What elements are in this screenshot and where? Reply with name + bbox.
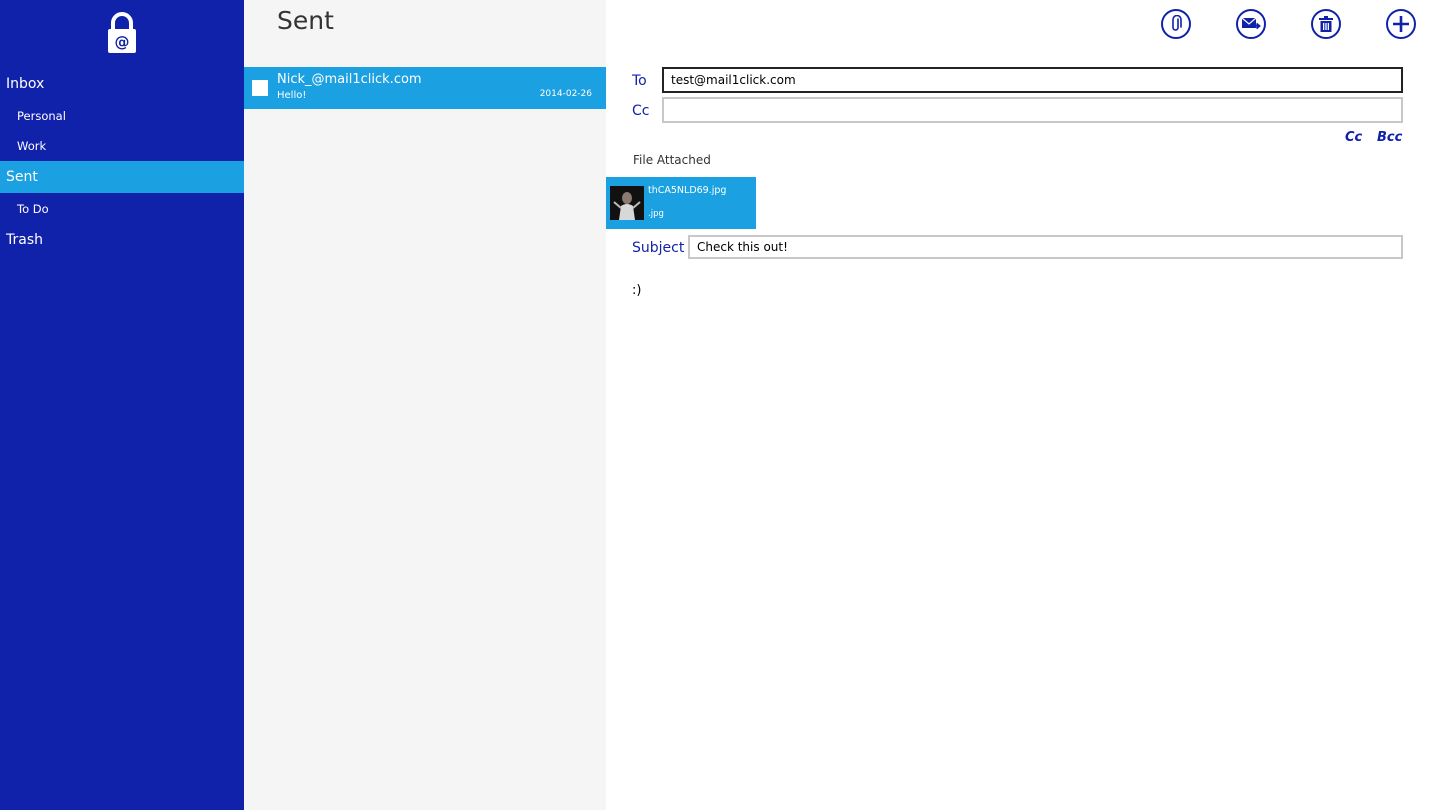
to-label: To — [632, 73, 647, 89]
cc-toggle-link[interactable]: Cc — [1345, 130, 1362, 145]
message-list-pane: Sent Nick_@mail1click.com Hello! 2014-02… — [244, 0, 606, 810]
cc-field[interactable] — [662, 97, 1403, 123]
message-from: Nick_@mail1click.com — [277, 72, 422, 87]
attachment-extension: .jpg — [648, 209, 664, 219]
file-attached-label: File Attached — [633, 153, 711, 167]
delete-button[interactable] — [1311, 9, 1341, 39]
message-checkbox[interactable] — [252, 80, 268, 96]
send-button[interactable] — [1236, 9, 1266, 39]
subject-field[interactable] — [688, 235, 1403, 259]
new-message-button[interactable] — [1386, 9, 1416, 39]
message-date: 2014-02-26 — [539, 89, 592, 99]
to-field[interactable] — [662, 67, 1403, 93]
sidebar-item-sent[interactable]: Sent — [0, 161, 244, 193]
message-row[interactable]: Nick_@mail1click.com Hello! 2014-02-26 — [244, 67, 606, 109]
attachment-tile[interactable]: thCA5NLD69.jpg .jpg — [606, 177, 756, 229]
attachment-filename: thCA5NLD69.jpg — [648, 185, 727, 196]
list-title: Sent — [277, 6, 334, 35]
attach-button[interactable] — [1161, 9, 1191, 39]
cc-label: Cc — [632, 103, 650, 119]
sidebar-item-inbox[interactable]: Inbox — [0, 68, 244, 100]
sidebar: @ Inbox Personal Work Sent To Do Trash — [0, 0, 244, 810]
message-subject: Hello! — [277, 90, 307, 101]
lock-at-icon: @ — [106, 12, 138, 54]
attachment-thumbnail — [610, 186, 644, 220]
sidebar-item-work[interactable]: Work — [0, 130, 244, 162]
svg-text:@: @ — [115, 33, 130, 51]
subject-label: Subject — [632, 240, 685, 256]
sidebar-item-todo[interactable]: To Do — [0, 193, 244, 225]
sidebar-item-trash[interactable]: Trash — [0, 224, 244, 256]
bcc-toggle-link[interactable]: Bcc — [1377, 130, 1402, 145]
message-body[interactable]: :) — [632, 283, 641, 298]
sidebar-item-personal[interactable]: Personal — [0, 100, 244, 132]
